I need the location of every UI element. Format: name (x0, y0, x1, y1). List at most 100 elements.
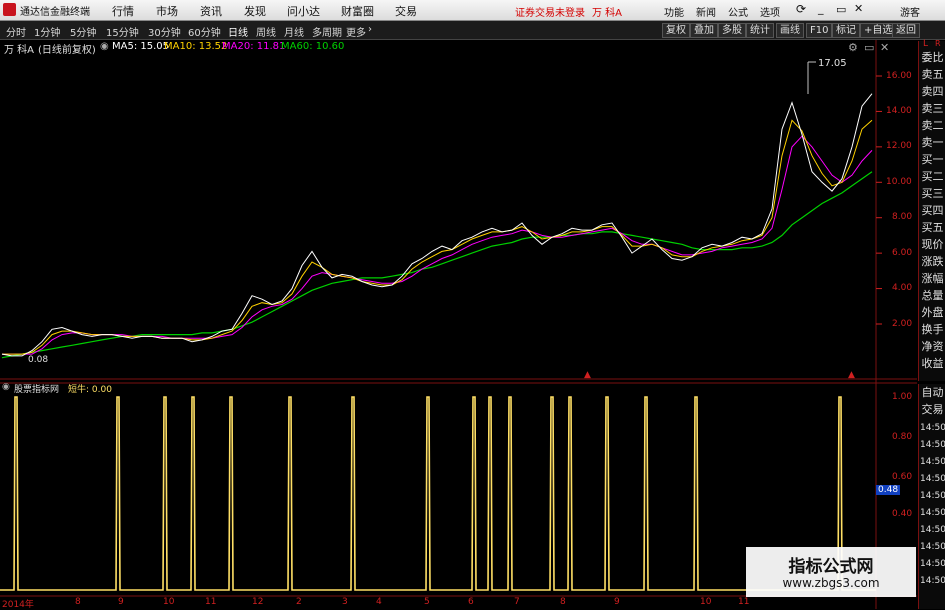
menu-gongneng[interactable]: 功能 (664, 4, 684, 19)
trade-side-panel: 自动 交易 14:50 14:50 14:50 14:50 14:50 14:5… (918, 384, 945, 609)
panel-item: 卖四 (921, 85, 944, 98)
period-multi[interactable]: 多周期 (312, 24, 342, 39)
price-tick: 14.00 (886, 106, 912, 116)
menu-xinwen[interactable]: 新闻 (696, 4, 716, 19)
app-title: 通达信金融终端 (20, 7, 90, 18)
quote-side-panel: L R 委比 卖五 卖四 卖三 卖二 卖一 买一 买二 买三 买四 买五 现价 … (918, 39, 945, 381)
more-chevron-icon[interactable]: › (368, 24, 372, 35)
panel-time: 14:50 (920, 525, 945, 535)
sub-dot-icon[interactable]: ◉ (2, 382, 10, 392)
panel-time: 14:50 (920, 457, 945, 467)
menu-bar: 通达信金融终端 行情 市场 资讯 发现 问小达 财富圈 交易 证券交易未登录 万… (0, 0, 945, 21)
app-logo-icon (3, 3, 16, 16)
btn-tongji[interactable]: 统计 (746, 23, 774, 38)
panel-item: 卖二 (921, 119, 944, 132)
price-tick: 16.00 (886, 71, 912, 81)
refresh-icon[interactable]: ⟳ (796, 2, 806, 16)
period-15min[interactable]: 15分钟 (106, 24, 139, 39)
panel-auto-trade[interactable]: 自动 (920, 384, 945, 401)
btn-biaoji[interactable]: 标记 (832, 23, 860, 38)
minimize-icon[interactable]: _ (818, 2, 824, 15)
panel-item: 卖一 (921, 136, 944, 149)
menu-zixun[interactable]: 资讯 (200, 3, 222, 19)
watermark: 指标公式网 www.zbgs3.com (746, 547, 916, 597)
panel-item: 现价 (921, 238, 944, 251)
period-5min[interactable]: 5分钟 (70, 24, 96, 39)
kline-chart: 17.05 0.08 ▲ ▲ (0, 40, 917, 609)
btn-diejia[interactable]: 叠加 (690, 23, 718, 38)
btn-f10[interactable]: F10 (806, 23, 833, 38)
panel-item: 买四 (921, 204, 944, 217)
price-tick: 10.00 (886, 177, 912, 187)
event-marker-1[interactable]: ▲ (584, 370, 591, 380)
btn-fanhui[interactable]: 返回 (892, 23, 920, 38)
period-toolbar: 分时 1分钟 5分钟 15分钟 30分钟 60分钟 日线 周线 月线 多周期 更… (0, 21, 945, 40)
btn-zixuan[interactable]: +自选 (860, 23, 897, 38)
period-monthly[interactable]: 月线 (284, 24, 304, 39)
indicator-current-value: 0.48 (876, 485, 901, 495)
panel-time: 14:50 (920, 542, 945, 552)
login-status[interactable]: 证券交易未登录 (515, 4, 585, 19)
sub-title: 股票指标网 (14, 385, 60, 395)
series-line-ma5 (1, 93, 873, 357)
sub-indicator: 短牛: 0.00 (68, 385, 112, 395)
indicator-tick: 0.60 (892, 472, 913, 482)
panel-item: 涨跌 (921, 255, 944, 268)
menu-wenxiaoda[interactable]: 问小达 (287, 3, 320, 19)
price-tick: 12.00 (886, 141, 912, 151)
panel-time: 14:50 (920, 576, 945, 586)
panel-time: 14:50 (920, 491, 945, 501)
panel-item: 卖三 (921, 102, 944, 115)
period-1min[interactable]: 1分钟 (34, 24, 60, 39)
watermark-title: 指标公式网 (788, 557, 874, 577)
stock-name-title: 万 科A (592, 8, 623, 19)
panel-item: 买二 (921, 170, 944, 183)
price-tick: 8.00 (892, 212, 913, 222)
guest-label[interactable]: 游客 (900, 4, 920, 19)
panel-time: 14:50 (920, 423, 945, 433)
period-30min[interactable]: 30分钟 (148, 24, 181, 39)
high-annotation: 17.05 (818, 58, 847, 69)
price-tick: 4.00 (892, 283, 913, 293)
menu-gongshi[interactable]: 公式 (728, 4, 748, 19)
restore-icon[interactable]: ▭ (836, 3, 846, 16)
panel-time: 14:50 (920, 508, 945, 518)
panel-item: 总量 (921, 289, 944, 302)
panel-item: 买一 (921, 153, 944, 166)
watermark-url: www.zbgs3.com (782, 576, 880, 590)
menu-shichang[interactable]: 市场 (156, 3, 178, 19)
close-icon[interactable]: ✕ (854, 2, 863, 15)
menu-xuanxiang[interactable]: 选项 (760, 4, 780, 19)
panel-tab-l[interactable]: L (923, 39, 928, 49)
panel-item: 换手 (921, 323, 944, 336)
menu-caifuquan[interactable]: 财富圈 (341, 3, 374, 19)
btn-duogu[interactable]: 多股 (718, 23, 746, 38)
indicator-tick: 0.40 (892, 509, 913, 519)
period-60min[interactable]: 60分钟 (188, 24, 221, 39)
price-tick: 6.00 (892, 248, 913, 258)
price-axis: 16.00 14.00 12.00 10.00 8.00 6.00 4.00 2… (878, 41, 918, 381)
btn-fuquan[interactable]: 复权 (662, 23, 690, 38)
period-daily[interactable]: 日线 (228, 24, 248, 39)
panel-item: 净资 (921, 340, 944, 353)
indicator-tick: 0.80 (892, 432, 913, 442)
panel-tab-r[interactable]: R (935, 39, 941, 48)
period-fenshi[interactable]: 分时 (6, 24, 26, 39)
panel-item: 收益 (921, 357, 944, 370)
menu-jiaoyi[interactable]: 交易 (395, 3, 417, 19)
panel-time: 14:50 (920, 474, 945, 484)
panel-item: 涨幅 (921, 272, 944, 285)
period-weekly[interactable]: 周线 (256, 24, 276, 39)
btn-huaxian[interactable]: 画线 (776, 23, 804, 38)
panel-time: 14:50 (920, 559, 945, 569)
panel-trade[interactable]: 交易 (920, 401, 945, 418)
panel-item: 卖五 (921, 68, 944, 81)
panel-item: 委比 (921, 51, 944, 64)
indicator-tick: 1.00 (892, 392, 913, 402)
event-marker-2[interactable]: ▲ (848, 370, 855, 380)
series-line-ma20 (2, 135, 873, 355)
period-more[interactable]: 更多 (346, 24, 366, 39)
series-line-ma60 (1, 171, 873, 359)
menu-hangqing[interactable]: 行情 (112, 3, 134, 19)
menu-faxian[interactable]: 发现 (244, 3, 266, 19)
